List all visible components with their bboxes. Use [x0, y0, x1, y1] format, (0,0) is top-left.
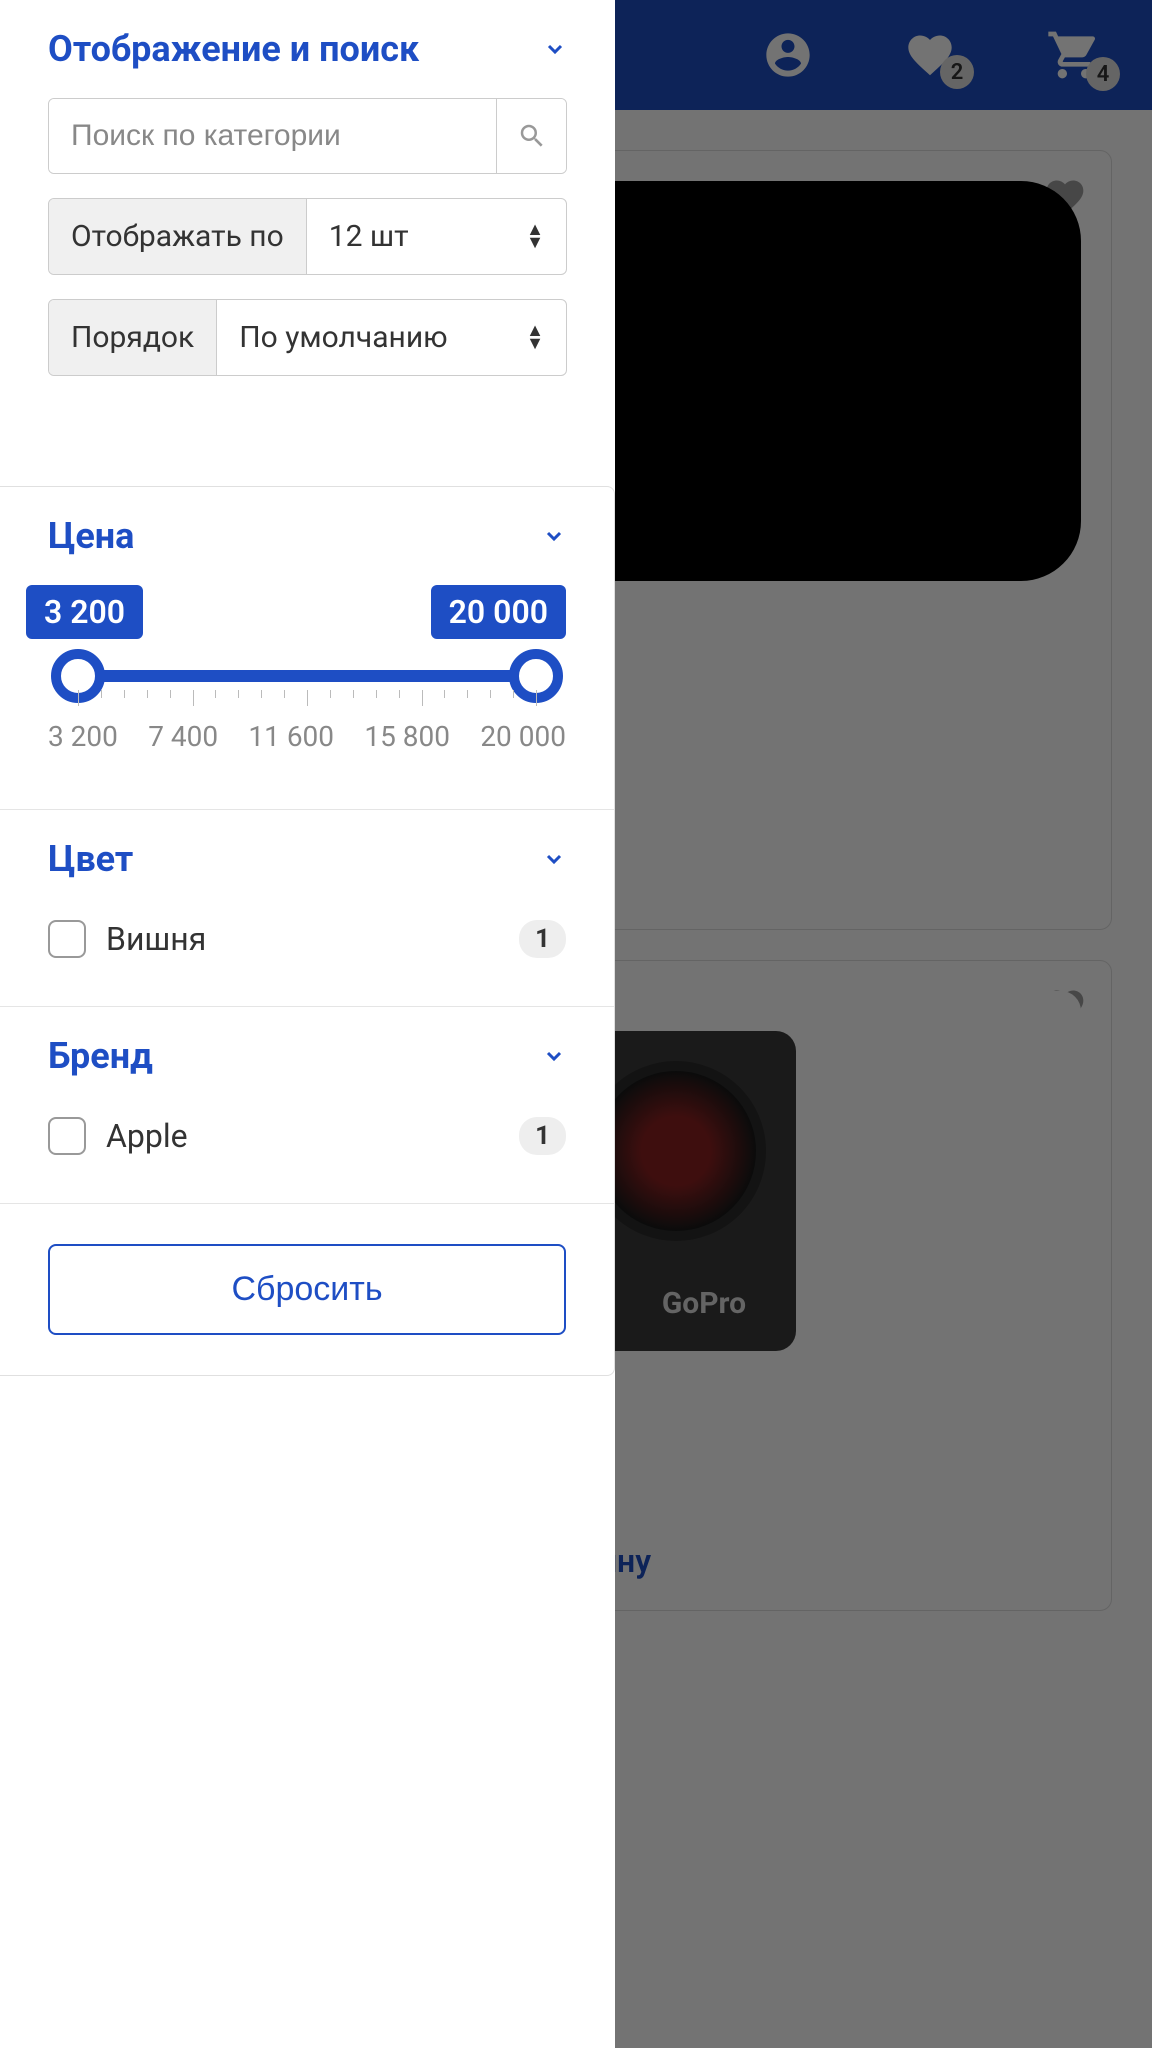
- chevron-down-icon: [543, 37, 567, 61]
- category-search-group: [48, 98, 567, 174]
- checkbox[interactable]: [48, 920, 86, 958]
- section-title: Цвет: [48, 838, 133, 880]
- sort-icon: ▲▼: [526, 224, 544, 249]
- price-slider: 3 200 20 000 3 200 7 400 11 600 15 800 2…: [48, 585, 566, 773]
- display-by-label: Отображать по: [49, 199, 307, 274]
- section-title: Отображение и поиск: [48, 28, 419, 70]
- color-header[interactable]: Цвет: [0, 810, 614, 908]
- slider-scale: 3 200 7 400 11 600 15 800 20 000: [48, 720, 566, 753]
- chevron-down-icon: [542, 847, 566, 871]
- order-value[interactable]: По умолчанию ▲▼: [217, 300, 566, 375]
- price-min-label: 3 200: [26, 585, 143, 639]
- filter-count: 1: [519, 1117, 566, 1155]
- display-by-select: Отображать по 12 шт ▲▼: [48, 198, 567, 275]
- price-header[interactable]: Цена: [0, 487, 614, 585]
- section-title: Цена: [48, 515, 134, 557]
- search-button[interactable]: [496, 99, 566, 173]
- chevron-down-icon: [542, 1044, 566, 1068]
- slider-track[interactable]: [78, 670, 536, 682]
- order-select: Порядок По умолчанию ▲▼: [48, 299, 567, 376]
- filter-label: Apple: [106, 1117, 188, 1155]
- display-search-header[interactable]: Отображение и поиск: [0, 0, 615, 98]
- brand-header[interactable]: Бренд: [0, 1007, 614, 1105]
- order-label: Порядок: [49, 300, 217, 375]
- price-max-label: 20 000: [431, 585, 566, 639]
- filter-label: Вишня: [106, 920, 206, 958]
- filter-option[interactable]: Вишня 1: [48, 908, 566, 970]
- filter-sidebar: Отображение и поиск Отображать по 12 шт …: [0, 0, 615, 2048]
- chevron-down-icon: [542, 524, 566, 548]
- display-by-value[interactable]: 12 шт ▲▼: [307, 199, 566, 274]
- category-search-input[interactable]: [49, 99, 496, 173]
- section-title: Бренд: [48, 1035, 153, 1077]
- filter-option[interactable]: Apple 1: [48, 1105, 566, 1167]
- reset-button[interactable]: Сбросить: [48, 1244, 566, 1335]
- filter-count: 1: [519, 920, 566, 958]
- checkbox[interactable]: [48, 1117, 86, 1155]
- sort-icon: ▲▼: [526, 325, 544, 350]
